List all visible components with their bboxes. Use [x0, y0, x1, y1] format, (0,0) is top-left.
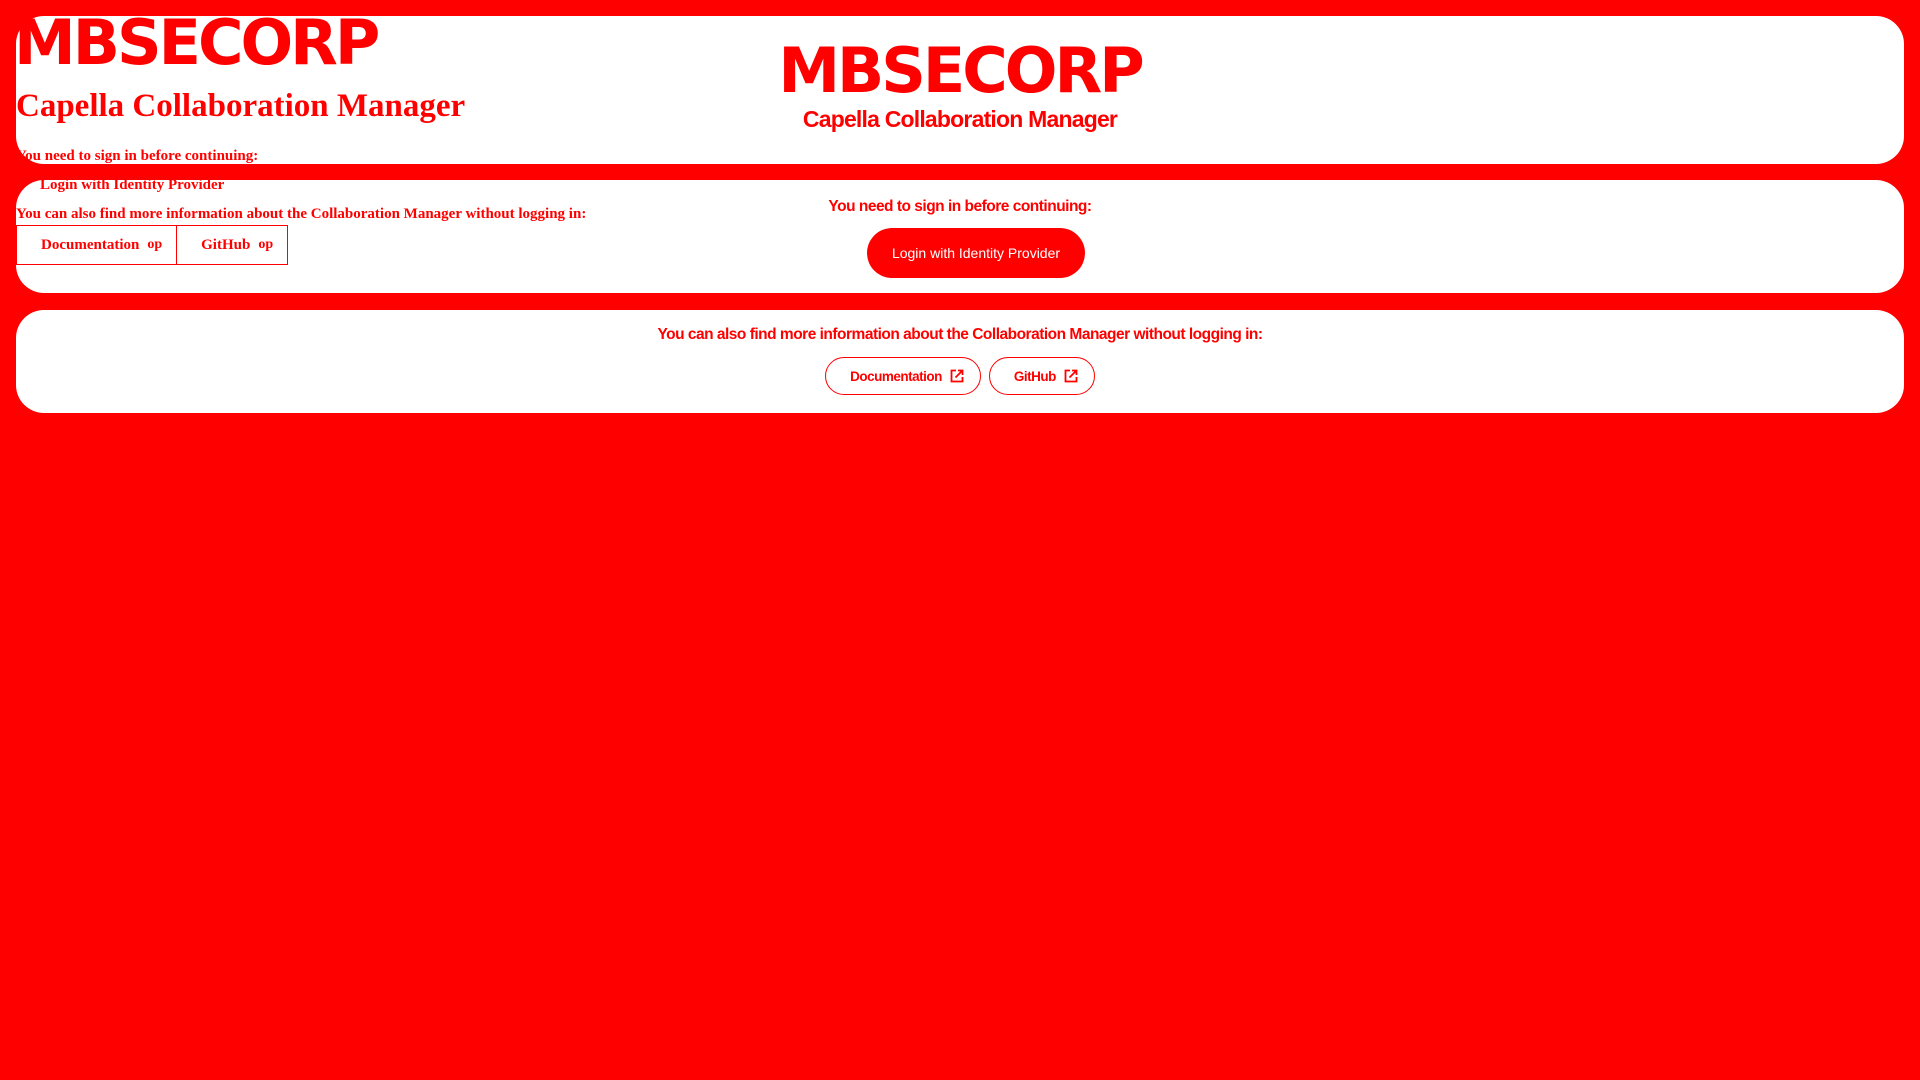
login-card: You need to sign in before continuing: L…: [16, 180, 1904, 293]
fallback-github-link[interactable]: GitHub op: [177, 225, 289, 265]
external-links: Documentation GitHub: [16, 357, 1904, 395]
login-button[interactable]: Login with Identity Provider: [867, 228, 1085, 278]
fallback-github-label: GitHub: [201, 236, 251, 253]
documentation-link-button[interactable]: Documentation: [825, 357, 981, 395]
fallback-links: Documentation op GitHub op: [16, 225, 289, 265]
info-message: You can also find more information about…: [657, 326, 1263, 343]
fallback-documentation-link[interactable]: Documentation op: [16, 225, 178, 265]
github-link-label: GitHub: [1013, 368, 1057, 384]
fallback-documentation-label: Documentation: [41, 236, 140, 253]
open-in-new-icon: [1064, 369, 1078, 383]
fallback-logo: MBSECORP: [14, 6, 380, 79]
fallback-login-button[interactable]: Login with Identity Provider: [40, 177, 224, 194]
open-in-new-icon: [950, 369, 964, 383]
fallback-sign-in-message: You need to sign in before continuing:: [16, 148, 259, 164]
documentation-link-label: Documentation: [850, 368, 942, 384]
open-in-new-icon: op: [258, 237, 274, 252]
open-in-new-icon: op: [147, 237, 163, 252]
github-link-button[interactable]: GitHub: [988, 357, 1095, 395]
fallback-info-message: You can also find more information about…: [16, 206, 587, 222]
info-card: You can also find more information about…: [16, 310, 1904, 413]
fallback-app-title: Capella Collaboration Manager: [16, 88, 466, 124]
